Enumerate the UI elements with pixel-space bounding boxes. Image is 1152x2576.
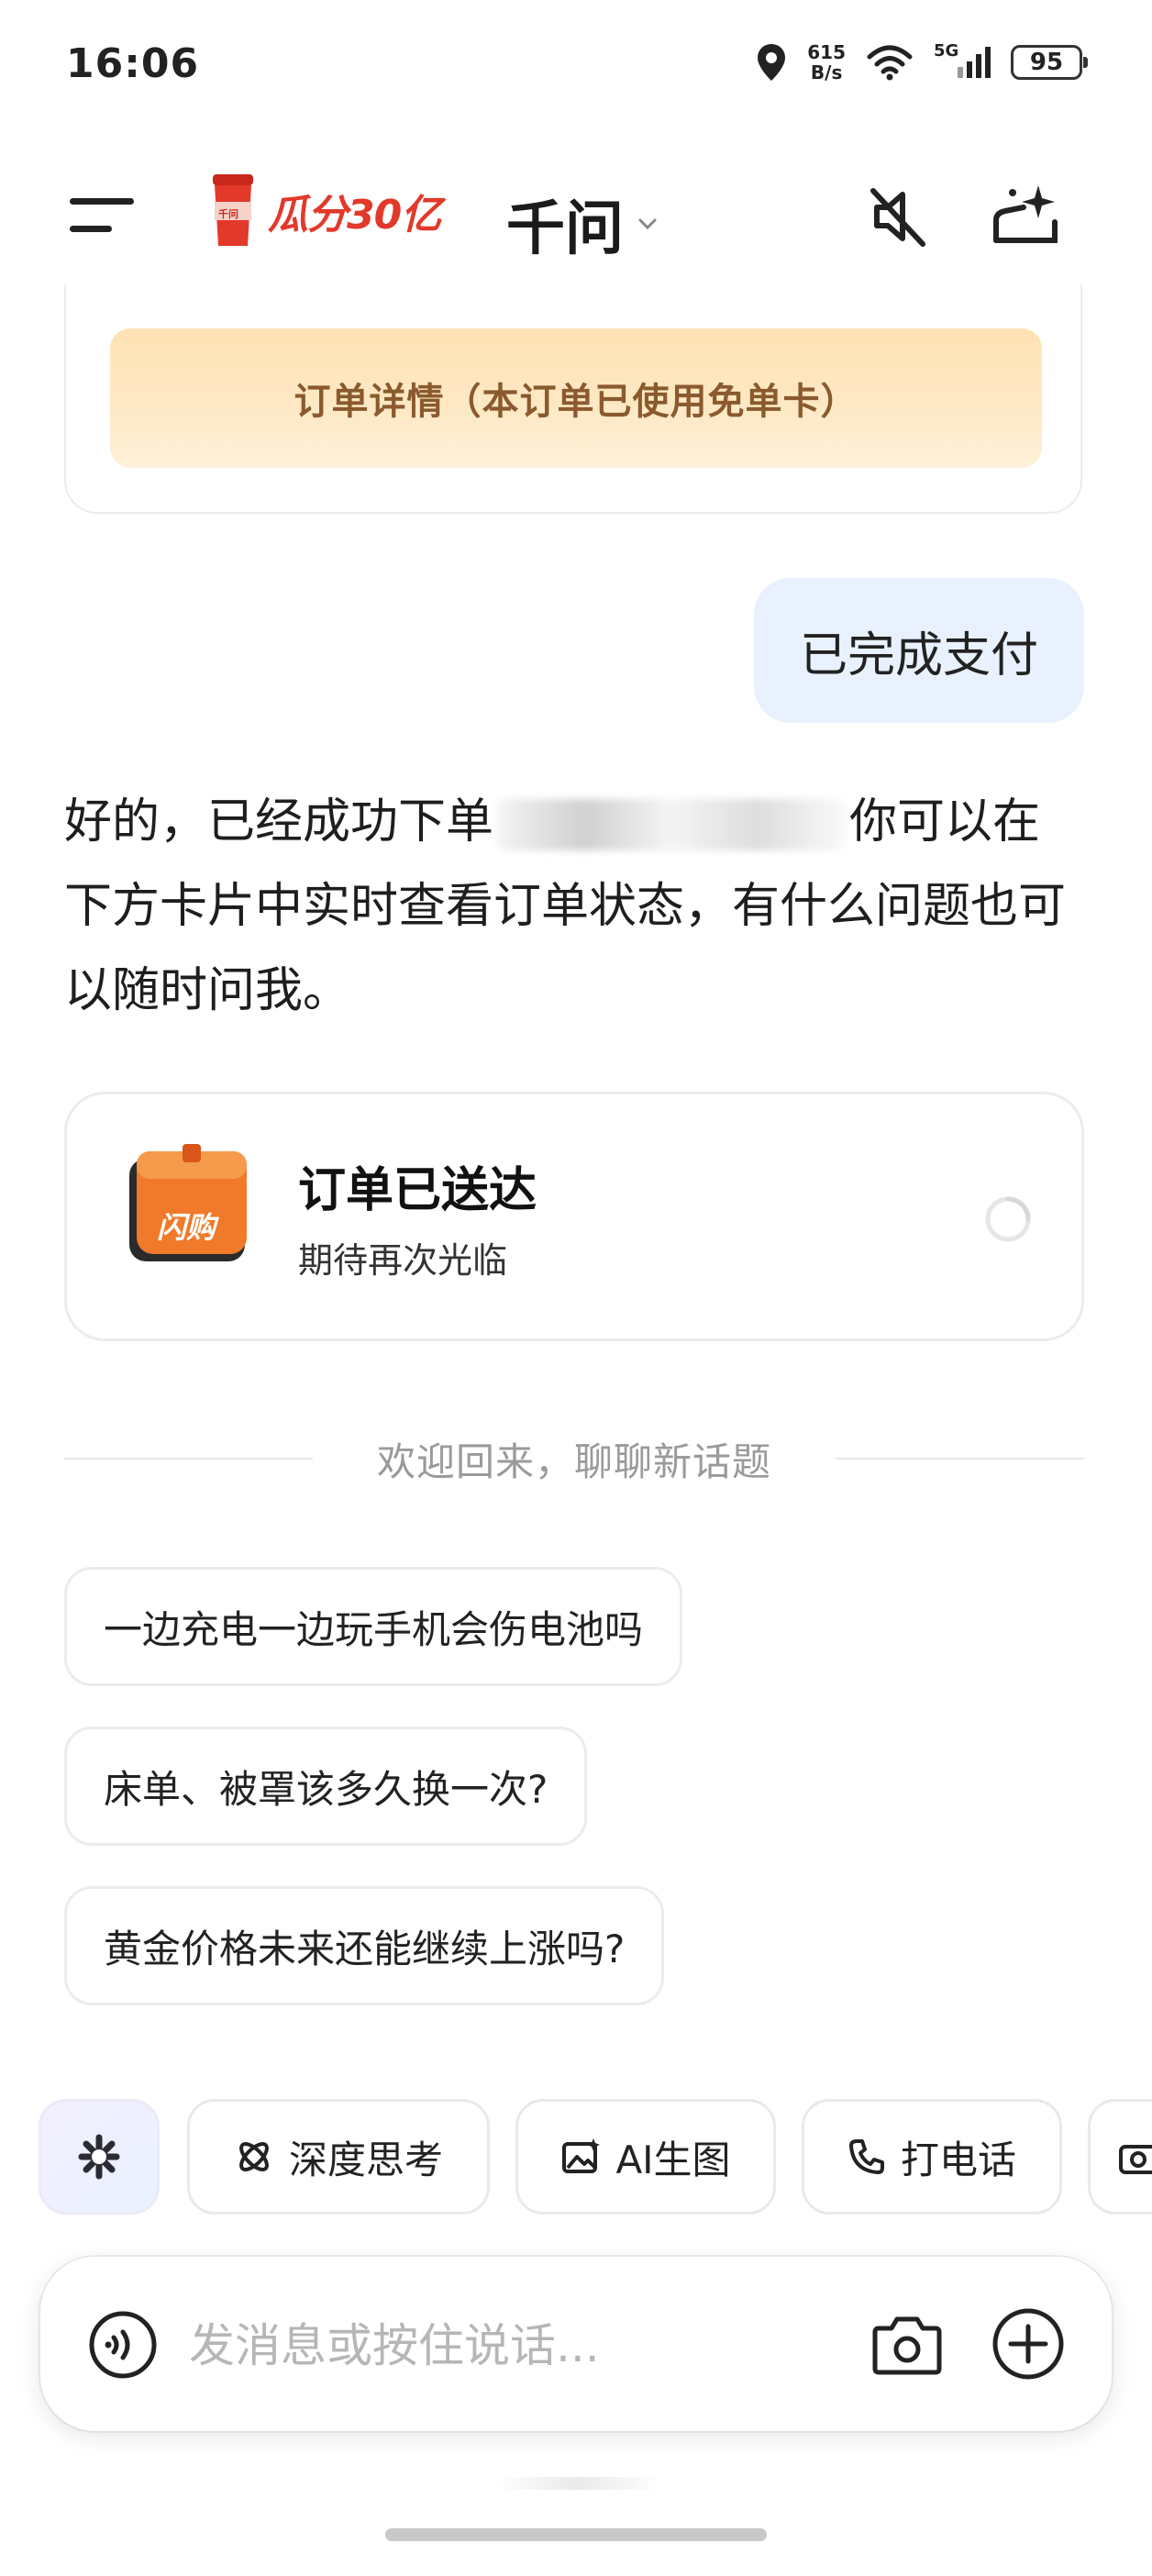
divider-line-left [64, 1458, 313, 1460]
menu-icon-line-1 [70, 198, 134, 205]
deep-think-label: 深度思考 [288, 2137, 443, 2182]
assistant-logo-button[interactable] [39, 2099, 160, 2215]
ai-reply-text-1: 好的，已经成功下单 [64, 794, 494, 849]
message-input-bar [40, 2257, 1112, 2431]
promo-cup-text: 千问 [218, 208, 238, 220]
suggestion-chip[interactable]: 一边充电一边玩手机会伤电池吗 [64, 1567, 683, 1686]
new-chat-sparkle-icon[interactable] [987, 176, 1064, 253]
mute-icon[interactable] [860, 180, 934, 253]
message-input[interactable] [187, 2308, 888, 2383]
status-bar: 16:06 615 B/s 5G 95 [0, 0, 1152, 138]
phone-call-button[interactable]: 打电话 [802, 2099, 1062, 2215]
top-nav: 千问 瓜分30亿 千问 [0, 156, 1152, 275]
image-gen-icon [562, 2138, 601, 2173]
redacted-text [497, 799, 847, 850]
network-speed-unit: B/s [810, 61, 843, 83]
more-tool-button[interactable] [1088, 2099, 1152, 2215]
phone-icon [848, 2139, 884, 2174]
network-speed: 615 B/s [807, 42, 846, 83]
user-message-bubble: 已完成支付 [753, 578, 1084, 723]
chevron-down-icon [638, 218, 657, 230]
faint-placeholder-bar [495, 2477, 660, 2490]
welcome-divider: 欢迎回来，聊聊新话题 [64, 1431, 1085, 1486]
location-icon [758, 44, 786, 81]
plus-icon[interactable] [991, 2306, 1066, 2382]
promo-text: 瓜分30亿 [268, 192, 441, 239]
camera-icon [1119, 2145, 1152, 2174]
promo-banner[interactable]: 千问 瓜分30亿 [207, 172, 441, 250]
delivery-status-title: 订单已送达 [298, 1163, 537, 1218]
deep-think-button[interactable]: 深度思考 [187, 2099, 490, 2215]
order-status-card[interactable]: 闪购 订单已送达 期待再次光临 [64, 1092, 1084, 1341]
delivery-box-label: 闪购 [157, 1210, 216, 1245]
camera-icon[interactable] [871, 2310, 943, 2378]
app-title: 千问 [506, 195, 624, 263]
delivery-status-subtitle: 期待再次光临 [298, 1240, 508, 1281]
ai-image-button[interactable]: AI生图 [515, 2099, 776, 2215]
divider-line-right [836, 1458, 1085, 1460]
status-icons: 615 B/s 5G 95 [756, 41, 1088, 83]
menu-button[interactable] [70, 194, 134, 237]
battery-indicator: 95 [1011, 45, 1088, 80]
ai-reply: 好的，已经成功下单 你可以在下方卡片中实时查看订单状态，有什么问题也可以随时问我。 [64, 780, 1082, 1033]
network-type: 5G [934, 41, 959, 61]
ai-image-label: AI生图 [615, 2137, 731, 2182]
cell-signal-icon: 5G [934, 41, 991, 78]
deep-think-icon [239, 2142, 269, 2171]
order-detail-card: 订单详情（本订单已使用免单卡） [64, 284, 1082, 514]
status-time: 16:06 [66, 40, 200, 87]
tool-chips-row: 深度思考 AI生图 打电话 [39, 2099, 1152, 2215]
welcome-label: 欢迎回来，聊聊新话题 [377, 1438, 772, 1484]
suggestion-chip[interactable]: 床单、被罩该多久换一次? [64, 1727, 588, 1846]
network-speed-value: 615 [807, 41, 846, 63]
menu-icon-line-2 [70, 226, 112, 232]
qianwen-chat-screen: 16:06 615 B/s 5G 95 千问 瓜分30亿 千问 订单详情（本订单… [0, 0, 1152, 2576]
model-selector[interactable]: 千问 [506, 182, 659, 266]
phone-call-label: 打电话 [900, 2137, 1016, 2182]
voice-input-icon[interactable] [88, 2310, 158, 2380]
order-detail-button[interactable]: 订单详情（本订单已使用免单卡） [110, 328, 1042, 468]
refresh-icon[interactable] [982, 1194, 1034, 1245]
wifi-icon [867, 45, 913, 81]
home-indicator[interactable] [385, 2528, 767, 2541]
sparkle-logo-icon [78, 2134, 120, 2180]
suggestion-chip[interactable]: 黄金价格未来还能继续上涨吗? [64, 1886, 665, 2005]
